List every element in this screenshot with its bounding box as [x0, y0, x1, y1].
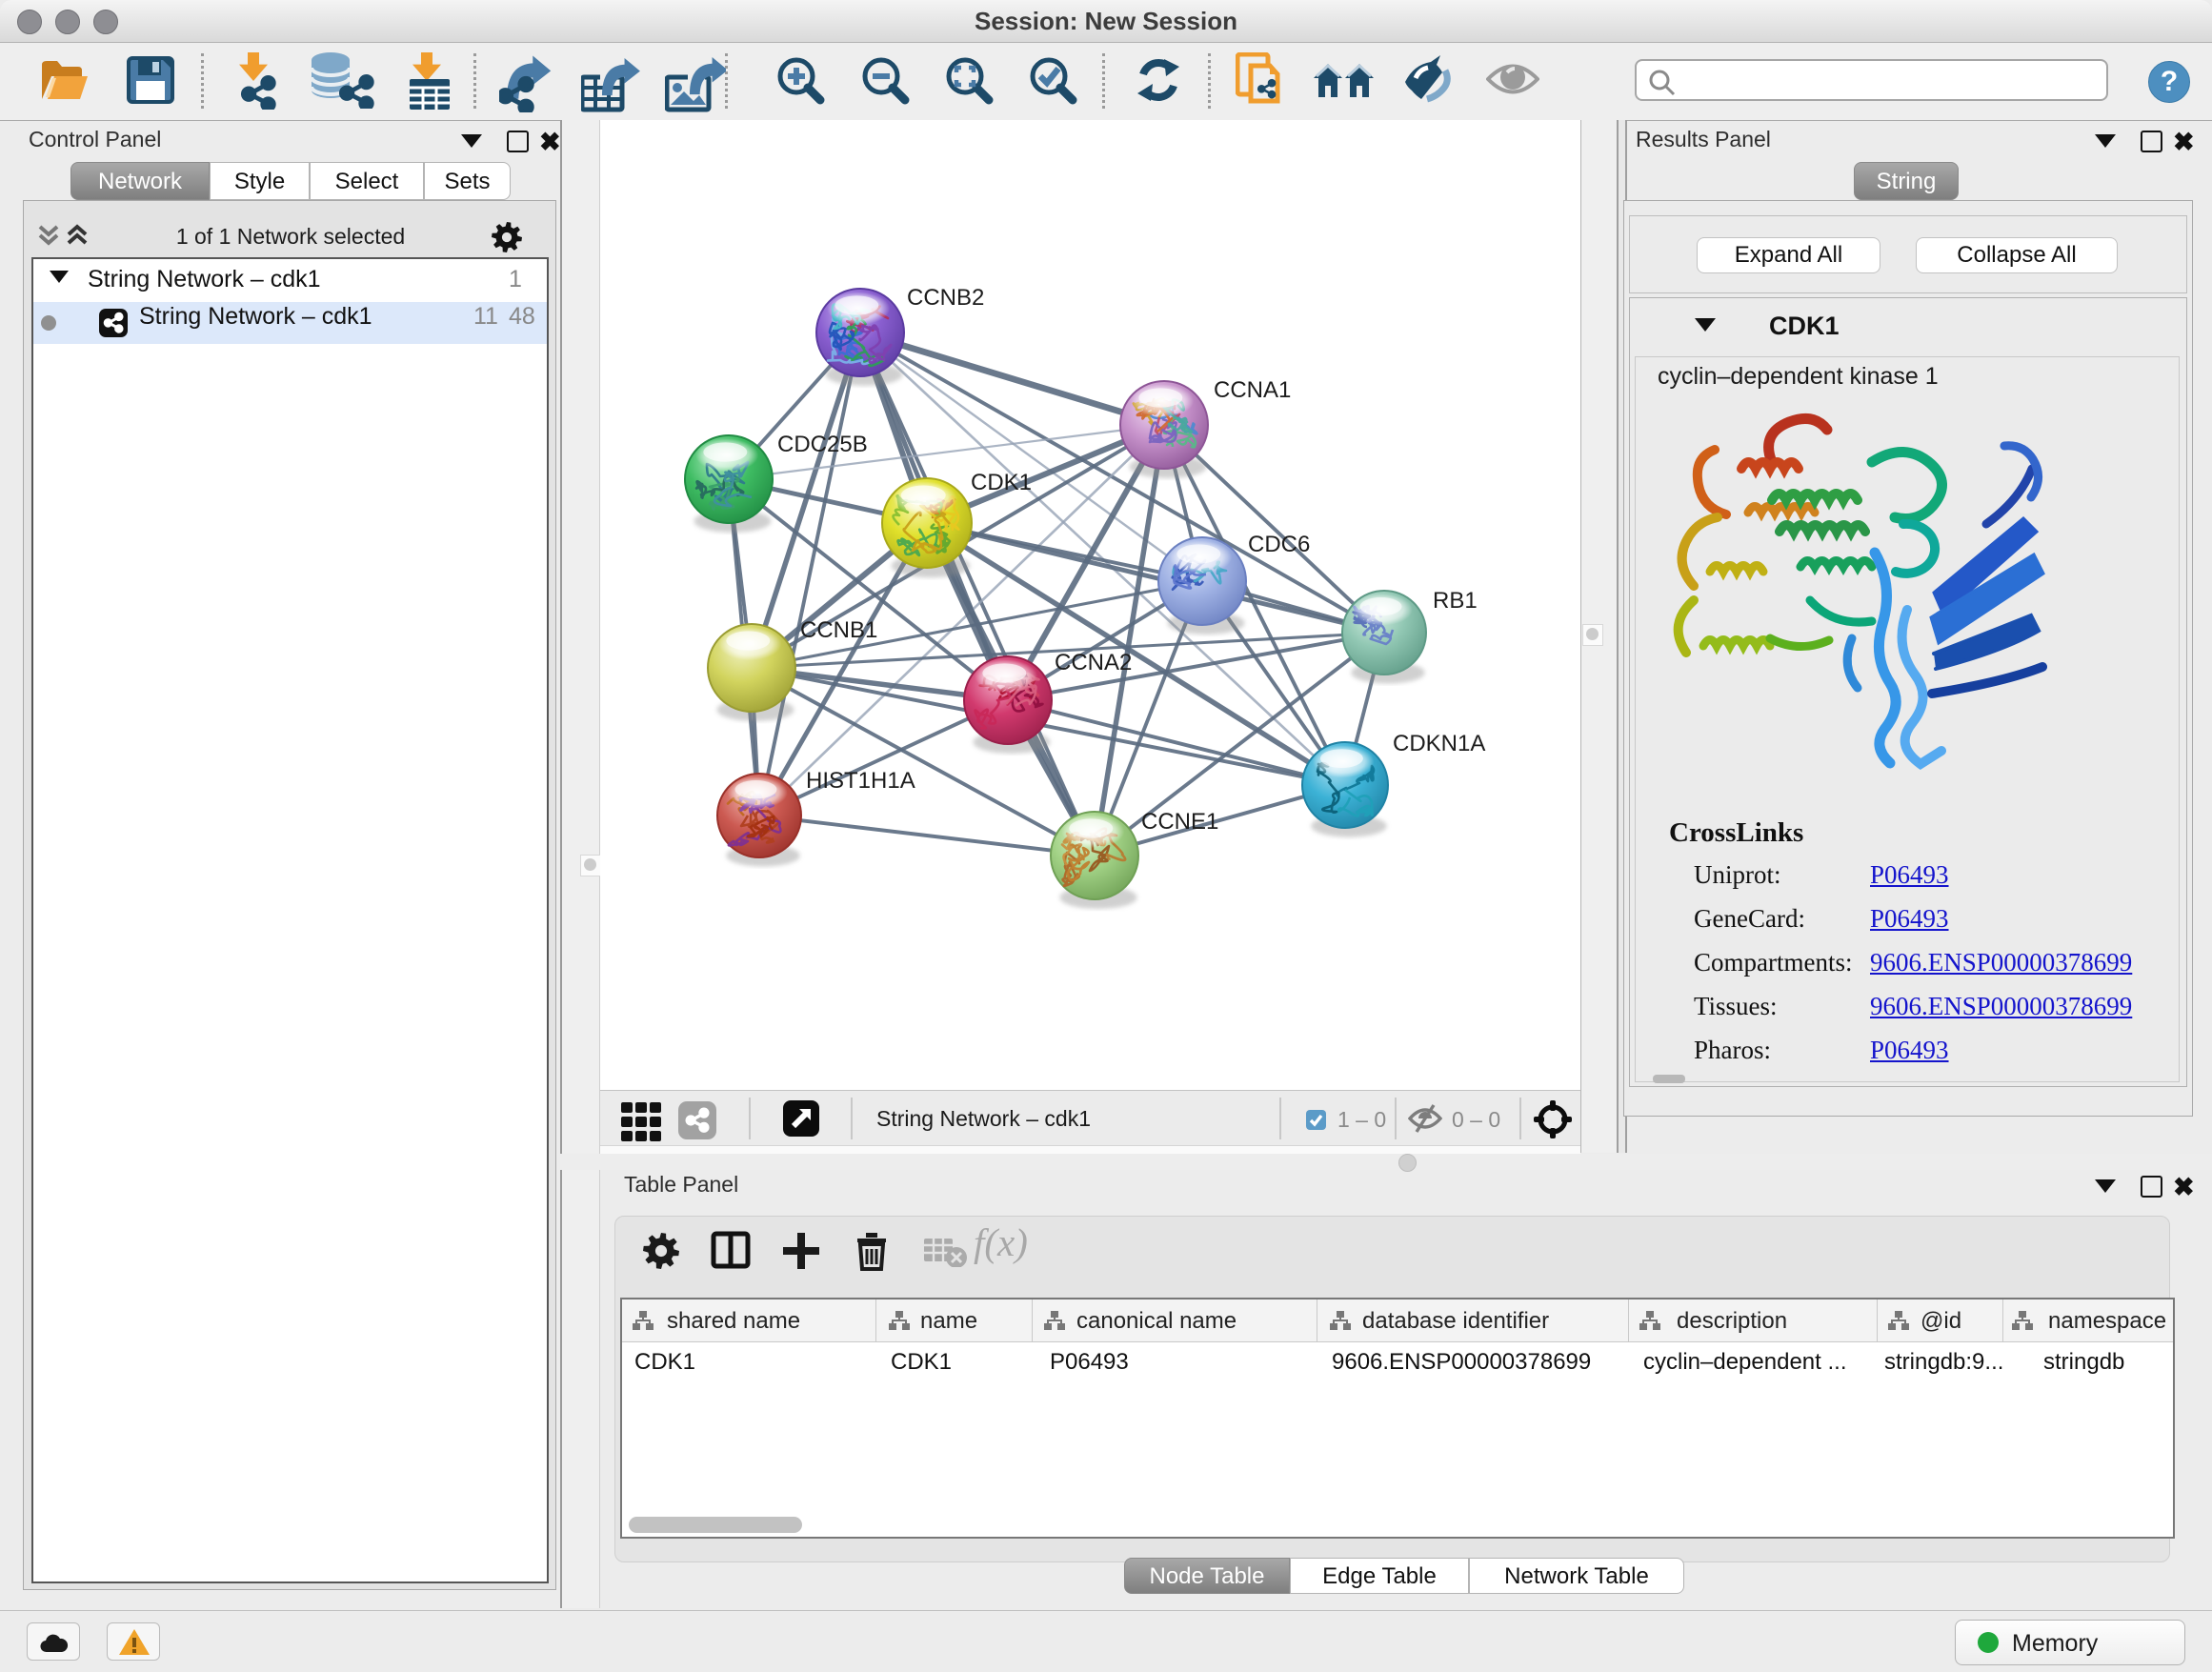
svg-text:CCNA1: CCNA1: [1214, 377, 1291, 403]
svg-text:CDKN1A: CDKN1A: [1393, 731, 1485, 756]
svg-text:CCNA2: CCNA2: [1055, 650, 1132, 675]
svg-text:HIST1H1A: HIST1H1A: [806, 768, 915, 794]
svg-text:CDC25B: CDC25B: [777, 432, 868, 457]
svg-text:CCNB2: CCNB2: [907, 285, 984, 311]
svg-text:CDK1: CDK1: [971, 470, 1032, 495]
svg-text:CCNB1: CCNB1: [800, 617, 877, 643]
svg-text:RB1: RB1: [1433, 588, 1478, 614]
svg-text:CDC6: CDC6: [1248, 532, 1310, 557]
svg-text:CCNE1: CCNE1: [1141, 809, 1218, 835]
